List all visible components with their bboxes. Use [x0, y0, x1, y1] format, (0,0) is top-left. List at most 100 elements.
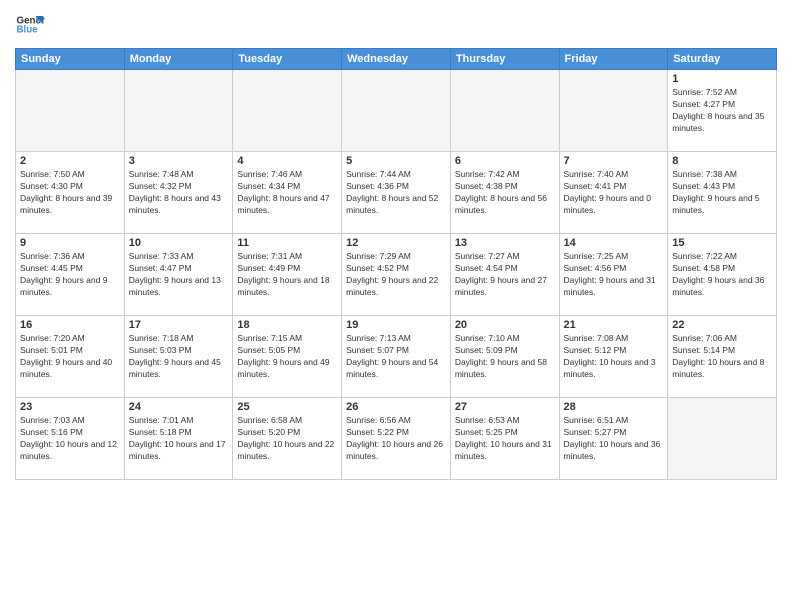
weekday-header-friday: Friday	[559, 49, 668, 70]
calendar-cell: 19 Sunrise: 7:13 AM Sunset: 5:07 PM Dayli…	[342, 316, 451, 398]
day-info: Sunrise: 7:27 AM Sunset: 4:54 PM Dayligh…	[455, 251, 555, 299]
calendar-cell: 13 Sunrise: 7:27 AM Sunset: 4:54 PM Dayli…	[450, 234, 559, 316]
day-info: Sunrise: 7:29 AM Sunset: 4:52 PM Dayligh…	[346, 251, 446, 299]
day-number: 6	[455, 155, 555, 167]
logo-icon: General Blue	[15, 10, 45, 40]
calendar-cell: 3 Sunrise: 7:48 AM Sunset: 4:32 PM Daylig…	[124, 152, 233, 234]
page: General Blue SundayMondayTuesdayWednesda…	[0, 0, 792, 612]
calendar-cell	[16, 70, 125, 152]
day-number: 16	[20, 319, 120, 331]
svg-text:Blue: Blue	[17, 25, 39, 36]
weekday-header-tuesday: Tuesday	[233, 49, 342, 70]
day-number: 3	[129, 155, 229, 167]
calendar-cell: 28Sunrise: 6:51 AM Sunset: 5:27 PM Dayli…	[559, 398, 668, 480]
calendar-cell: 18 Sunrise: 7:15 AM Sunset: 5:05 PM Dayli…	[233, 316, 342, 398]
calendar-cell: 22Sunrise: 7:06 AM Sunset: 5:14 PM Dayli…	[668, 316, 777, 398]
day-number: 8	[672, 155, 772, 167]
calendar-cell	[124, 70, 233, 152]
day-number: 14	[564, 237, 664, 249]
day-info: Sunrise: 7:13 AM Sunset: 5:07 PM Dayligh…	[346, 333, 446, 381]
day-number: 18	[237, 319, 337, 331]
day-number: 2	[20, 155, 120, 167]
day-info: Sunrise: 7:22 AM Sunset: 4:58 PM Dayligh…	[672, 251, 772, 299]
day-info: Sunrise: 7:42 AM Sunset: 4:38 PM Dayligh…	[455, 169, 555, 217]
day-info: Sunrise: 7:25 AM Sunset: 4:56 PM Dayligh…	[564, 251, 664, 299]
day-number: 23	[20, 401, 120, 413]
day-number: 15	[672, 237, 772, 249]
day-info: Sunrise: 7:50 AM Sunset: 4:30 PM Dayligh…	[20, 169, 120, 217]
day-info: Sunrise: 7:18 AM Sunset: 5:03 PM Dayligh…	[129, 333, 229, 381]
calendar-cell: 26 Sunrise: 6:56 AM Sunset: 5:22 PM Dayli…	[342, 398, 451, 480]
day-info: Sunrise: 7:38 AM Sunset: 4:43 PM Dayligh…	[672, 169, 772, 217]
day-info: Sunrise: 7:40 AM Sunset: 4:41 PM Dayligh…	[564, 169, 664, 217]
calendar-cell: 12 Sunrise: 7:29 AM Sunset: 4:52 PM Dayli…	[342, 234, 451, 316]
calendar-cell: 14 Sunrise: 7:25 AM Sunset: 4:56 PM Dayli…	[559, 234, 668, 316]
calendar-cell: 9 Sunrise: 7:36 AM Sunset: 4:45 PM Daylig…	[16, 234, 125, 316]
calendar-cell: 25 Sunrise: 6:58 AM Sunset: 5:20 PM Dayli…	[233, 398, 342, 480]
day-info: Sunrise: 7:33 AM Sunset: 4:47 PM Dayligh…	[129, 251, 229, 299]
week-row-2: 2 Sunrise: 7:50 AM Sunset: 4:30 PM Daylig…	[16, 152, 777, 234]
day-number: 13	[455, 237, 555, 249]
day-info: Sunrise: 7:48 AM Sunset: 4:32 PM Dayligh…	[129, 169, 229, 217]
calendar-cell: 23Sunrise: 7:03 AM Sunset: 5:16 PM Dayli…	[16, 398, 125, 480]
day-info: Sunrise: 7:15 AM Sunset: 5:05 PM Dayligh…	[237, 333, 337, 381]
week-row-3: 9 Sunrise: 7:36 AM Sunset: 4:45 PM Daylig…	[16, 234, 777, 316]
day-info: Sunrise: 7:46 AM Sunset: 4:34 PM Dayligh…	[237, 169, 337, 217]
day-number: 9	[20, 237, 120, 249]
week-row-5: 23Sunrise: 7:03 AM Sunset: 5:16 PM Dayli…	[16, 398, 777, 480]
weekday-header-thursday: Thursday	[450, 49, 559, 70]
weekday-header-saturday: Saturday	[668, 49, 777, 70]
week-row-1: 1Sunrise: 7:52 AM Sunset: 4:27 PM Daylig…	[16, 70, 777, 152]
calendar-table: SundayMondayTuesdayWednesdayThursdayFrid…	[15, 48, 777, 480]
header: General Blue	[15, 10, 777, 40]
week-row-4: 16 Sunrise: 7:20 AM Sunset: 5:01 PM Dayli…	[16, 316, 777, 398]
day-info: Sunrise: 7:52 AM Sunset: 4:27 PM Dayligh…	[672, 87, 772, 135]
day-number: 20	[455, 319, 555, 331]
weekday-header-sunday: Sunday	[16, 49, 125, 70]
weekday-header-monday: Monday	[124, 49, 233, 70]
calendar-cell	[668, 398, 777, 480]
day-number: 4	[237, 155, 337, 167]
calendar-cell	[450, 70, 559, 152]
day-number: 22	[672, 319, 772, 331]
calendar-cell: 15 Sunrise: 7:22 AM Sunset: 4:58 PM Dayli…	[668, 234, 777, 316]
calendar-cell: 27 Sunrise: 6:53 AM Sunset: 5:25 PM Dayli…	[450, 398, 559, 480]
day-info: Sunrise: 7:08 AM Sunset: 5:12 PM Dayligh…	[564, 333, 664, 381]
day-number: 7	[564, 155, 664, 167]
calendar-cell: 17 Sunrise: 7:18 AM Sunset: 5:03 PM Dayli…	[124, 316, 233, 398]
day-number: 12	[346, 237, 446, 249]
calendar-cell: 6 Sunrise: 7:42 AM Sunset: 4:38 PM Daylig…	[450, 152, 559, 234]
calendar-cell: 5Sunrise: 7:44 AM Sunset: 4:36 PM Daylig…	[342, 152, 451, 234]
day-number: 19	[346, 319, 446, 331]
day-info: Sunrise: 6:53 AM Sunset: 5:25 PM Dayligh…	[455, 415, 555, 463]
day-number: 27	[455, 401, 555, 413]
calendar-cell: 7 Sunrise: 7:40 AM Sunset: 4:41 PM Daylig…	[559, 152, 668, 234]
calendar-cell: 4 Sunrise: 7:46 AM Sunset: 4:34 PM Daylig…	[233, 152, 342, 234]
day-number: 17	[129, 319, 229, 331]
day-number: 10	[129, 237, 229, 249]
day-number: 26	[346, 401, 446, 413]
calendar-cell	[342, 70, 451, 152]
day-info: Sunrise: 7:36 AM Sunset: 4:45 PM Dayligh…	[20, 251, 120, 299]
weekday-header-wednesday: Wednesday	[342, 49, 451, 70]
calendar-cell: 24Sunrise: 7:01 AM Sunset: 5:18 PM Dayli…	[124, 398, 233, 480]
calendar-cell: 1Sunrise: 7:52 AM Sunset: 4:27 PM Daylig…	[668, 70, 777, 152]
weekday-header-row: SundayMondayTuesdayWednesdayThursdayFrid…	[16, 49, 777, 70]
day-info: Sunrise: 6:56 AM Sunset: 5:22 PM Dayligh…	[346, 415, 446, 463]
day-info: Sunrise: 7:20 AM Sunset: 5:01 PM Dayligh…	[20, 333, 120, 381]
day-info: Sunrise: 7:31 AM Sunset: 4:49 PM Dayligh…	[237, 251, 337, 299]
logo: General Blue	[15, 10, 45, 40]
day-info: Sunrise: 7:01 AM Sunset: 5:18 PM Dayligh…	[129, 415, 229, 463]
calendar-cell: 10 Sunrise: 7:33 AM Sunset: 4:47 PM Dayli…	[124, 234, 233, 316]
calendar-cell: 20Sunrise: 7:10 AM Sunset: 5:09 PM Dayli…	[450, 316, 559, 398]
day-number: 21	[564, 319, 664, 331]
day-number: 5	[346, 155, 446, 167]
calendar-cell: 2 Sunrise: 7:50 AM Sunset: 4:30 PM Daylig…	[16, 152, 125, 234]
day-number: 28	[564, 401, 664, 413]
day-number: 25	[237, 401, 337, 413]
day-info: Sunrise: 6:58 AM Sunset: 5:20 PM Dayligh…	[237, 415, 337, 463]
day-number: 11	[237, 237, 337, 249]
calendar-cell: 21 Sunrise: 7:08 AM Sunset: 5:12 PM Dayli…	[559, 316, 668, 398]
calendar-cell: 11 Sunrise: 7:31 AM Sunset: 4:49 PM Dayli…	[233, 234, 342, 316]
calendar-cell: 16 Sunrise: 7:20 AM Sunset: 5:01 PM Dayli…	[16, 316, 125, 398]
